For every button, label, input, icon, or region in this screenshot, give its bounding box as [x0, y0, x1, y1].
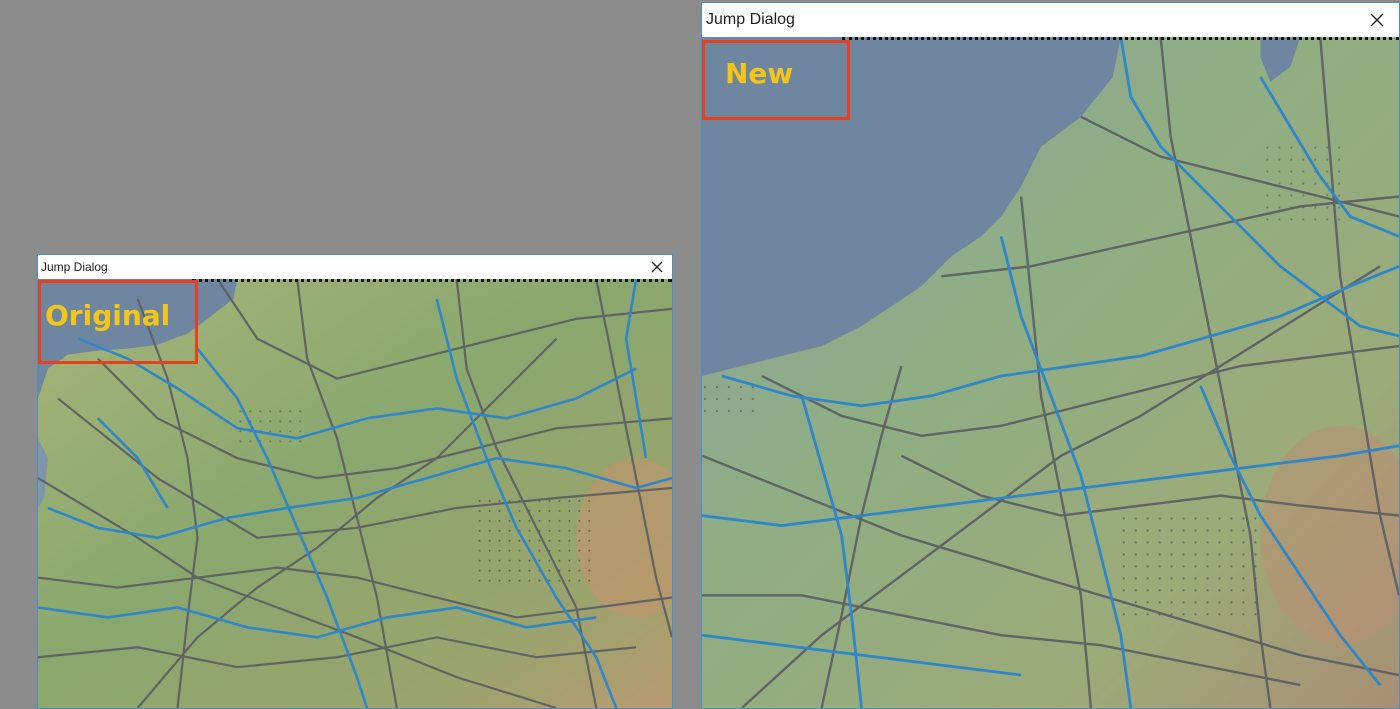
- dialog-title: Jump Dialog: [41, 260, 108, 274]
- close-button[interactable]: [1355, 3, 1399, 37]
- map-view[interactable]: New: [702, 37, 1399, 708]
- map-canvas[interactable]: [702, 37, 1399, 708]
- dialog-title: Jump Dialog: [706, 11, 795, 28]
- map-top-boundary: [842, 37, 1399, 40]
- dialog-titlebar[interactable]: Jump Dialog: [38, 255, 672, 279]
- close-icon: [651, 261, 663, 273]
- highlight-box-new: New: [702, 40, 850, 120]
- jump-dialog-new: Jump Dialog New: [701, 2, 1400, 709]
- jump-dialog-original: Jump Dialog Original: [37, 254, 673, 709]
- map-top-boundary: [192, 279, 672, 282]
- map-view[interactable]: Original: [38, 279, 672, 708]
- marker-label: Original: [45, 298, 171, 332]
- close-icon: [1370, 13, 1384, 27]
- dialog-titlebar[interactable]: Jump Dialog: [702, 3, 1399, 37]
- marker-label: New: [725, 56, 794, 90]
- close-button[interactable]: [642, 255, 672, 279]
- highlight-box-original: Original: [38, 280, 198, 364]
